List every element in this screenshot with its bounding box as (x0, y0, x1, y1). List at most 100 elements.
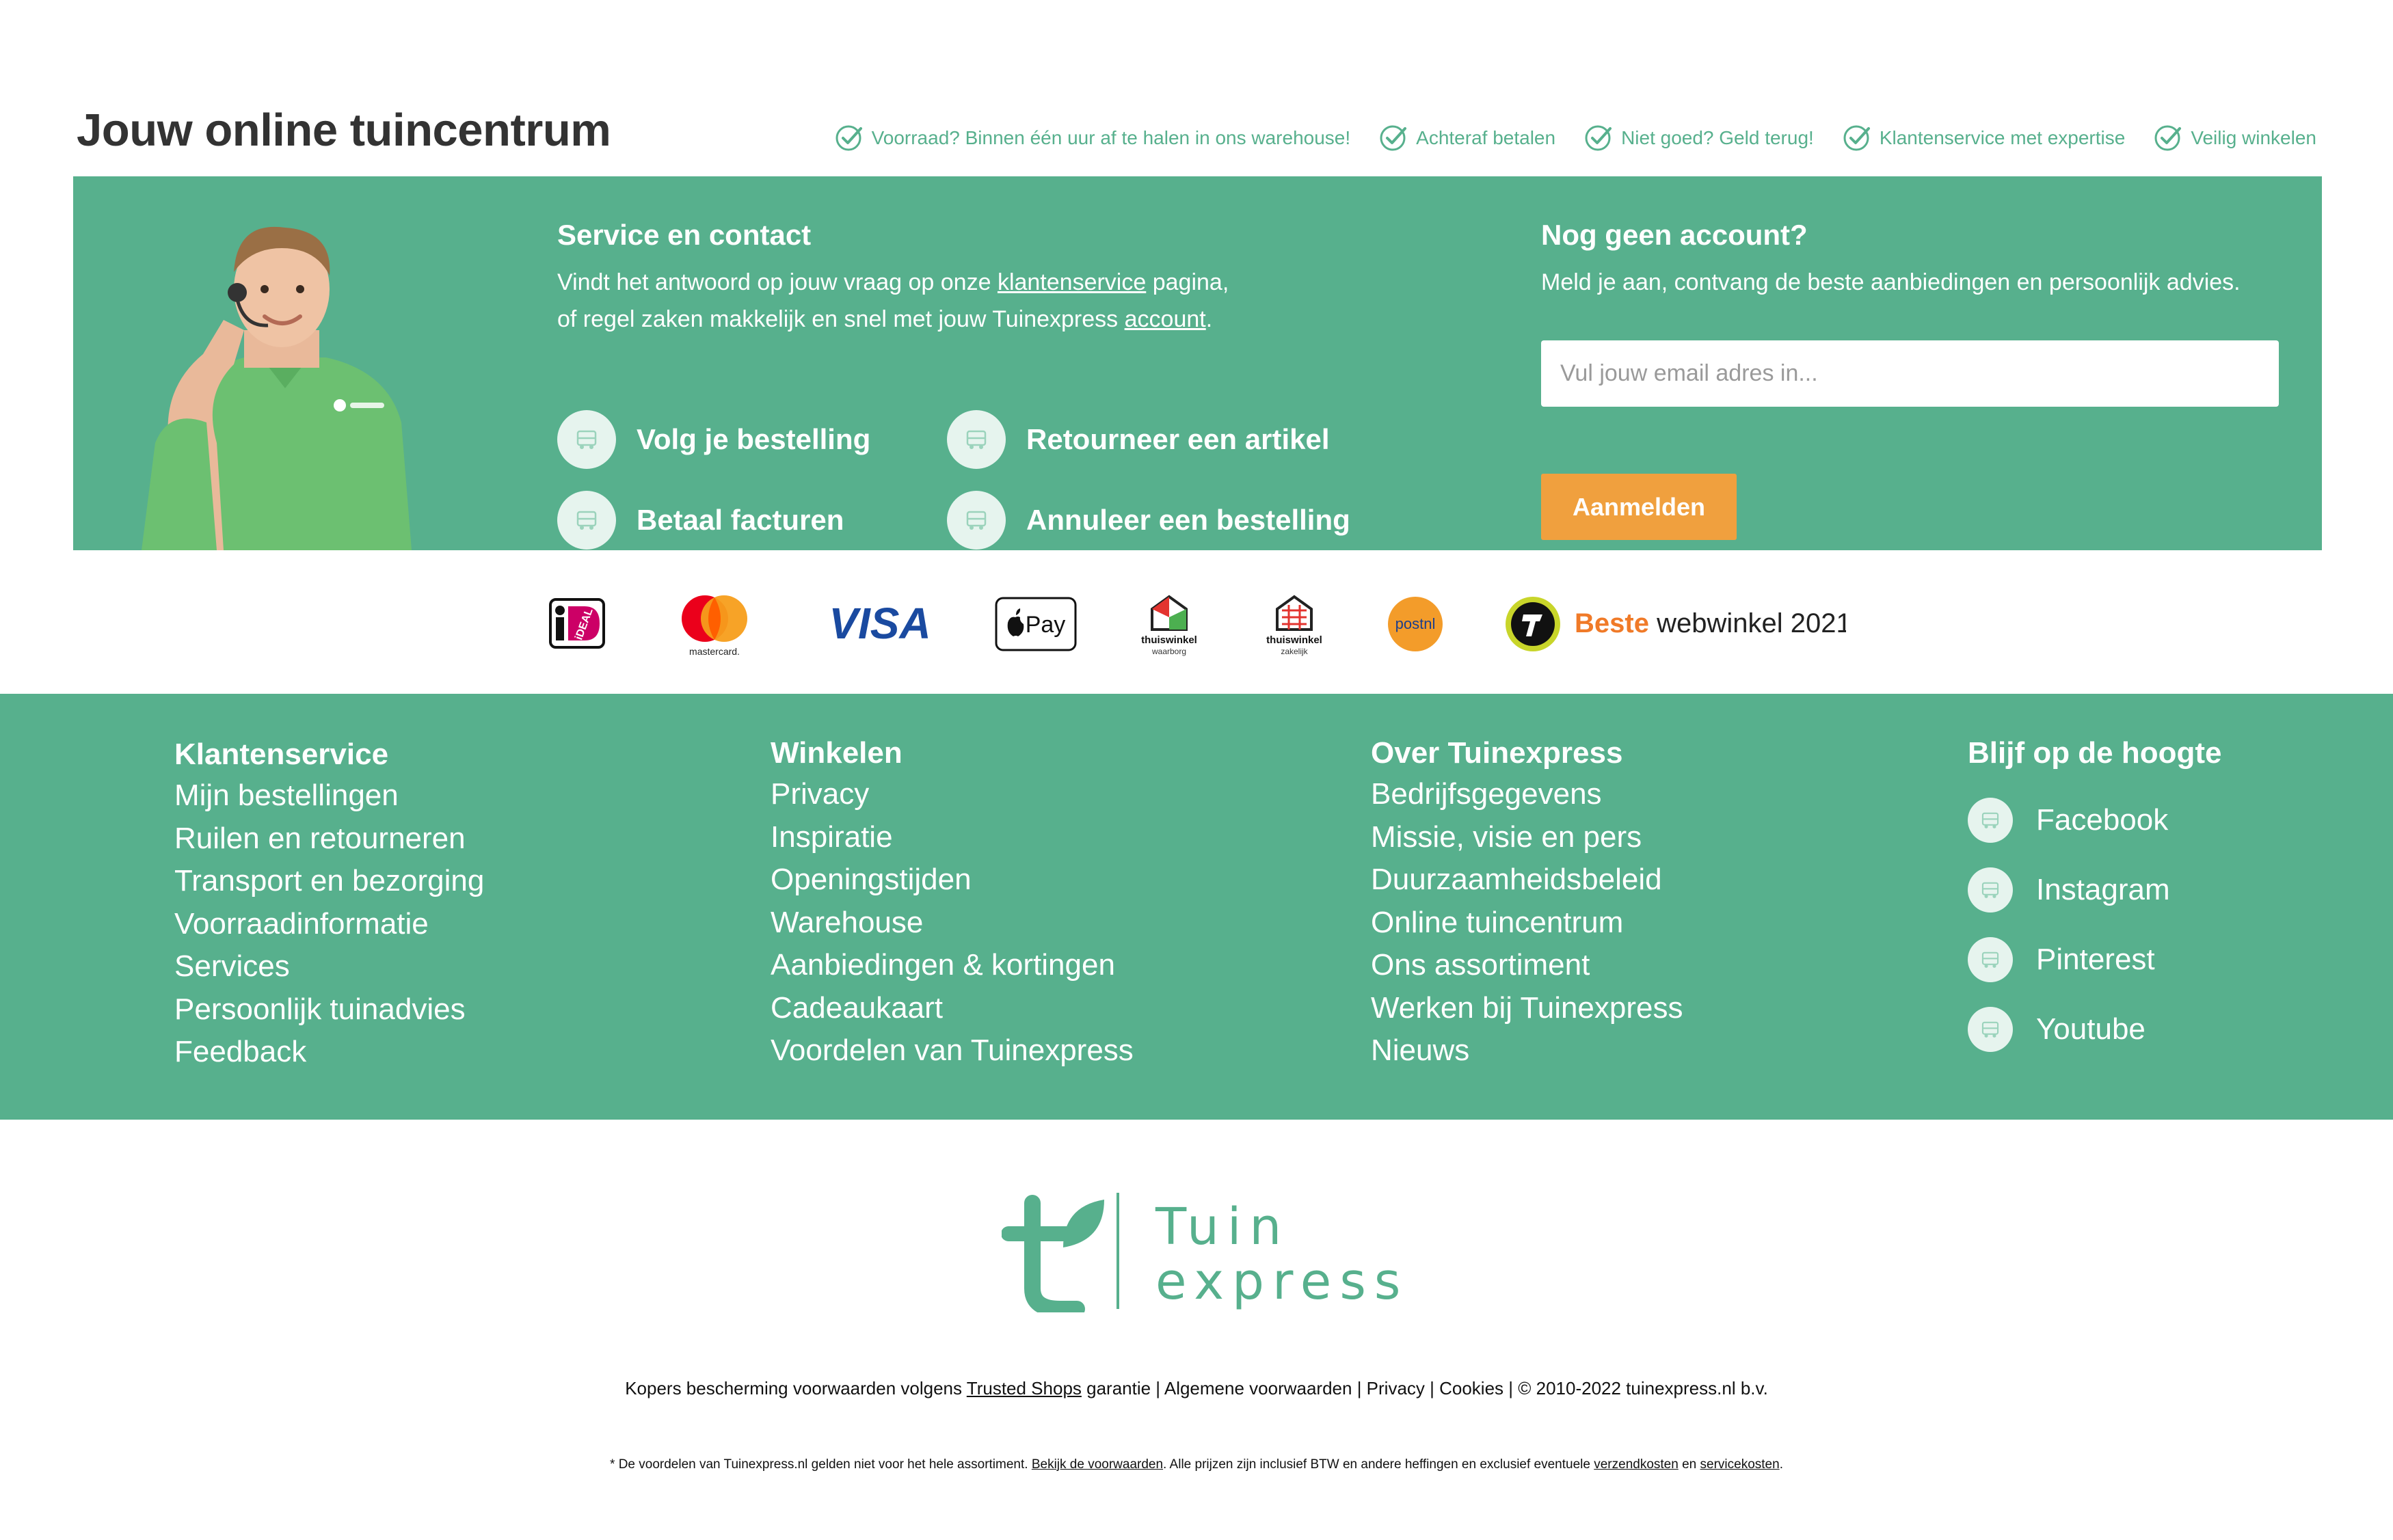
thuiswinkel-text: thuiswinkel (1266, 634, 1322, 646)
shipping-costs-link[interactable]: verzendkosten (1594, 1457, 1679, 1472)
logo-text-tuin: Tuin (1155, 1198, 1289, 1256)
payment-logos: iDEAL mastercard. VISA Pay thuiswinkel wa… (0, 586, 2393, 662)
footer-link[interactable]: Mijn bestellingen (174, 774, 484, 818)
usp-item: Veilig winkelen (2154, 123, 2316, 153)
footer-link[interactable]: Online tuincentrum (1371, 902, 1683, 945)
beste-webwinkel-badge: Beste webwinkel 2021 (1504, 586, 1846, 662)
usp-label: Veilig winkelen (2191, 127, 2316, 148)
usp-label: Klantenservice met expertise (1879, 127, 2126, 148)
footer-link[interactable]: Inspiratie (771, 816, 1134, 859)
footer-link[interactable]: Privacy (771, 773, 1134, 816)
service-text: Vindt het antwoord op jouw vraag op onze (557, 269, 998, 295)
footer-link[interactable]: Bedrijfsgegevens (1371, 773, 1683, 816)
pay-invoices-link[interactable]: Betaal facturen (557, 491, 947, 550)
usp-label: Voorraad? Binnen één uur af te halen in … (871, 127, 1351, 148)
check-circle-icon (2154, 125, 2182, 151)
service-description: Vindt het antwoord op jouw vraag op onze… (557, 264, 1309, 338)
service-text: . (1205, 306, 1213, 332)
check-circle-icon (835, 125, 862, 151)
usp-item: Achteraf betalen (1379, 123, 1555, 153)
service-contact-section: Service en contact Vindt het antwoord op… (557, 219, 1467, 550)
svg-text:Beste webwinkel 2021: Beste webwinkel 2021 (1575, 608, 1846, 638)
footer-link[interactable]: Feedback (174, 1031, 484, 1074)
signup-button[interactable]: Aanmelden (1541, 474, 1737, 540)
footer-nav: Klantenservice Mijn bestellingen Ruilen … (0, 694, 2393, 1120)
return-item-link[interactable]: Retourneer een artikel (947, 410, 1371, 469)
service-text: of regel zaken makkelijk en snel met jou… (557, 306, 1125, 332)
instagram-icon (1968, 867, 2013, 913)
email-input[interactable] (1541, 340, 2279, 407)
service-title: Service en contact (557, 219, 812, 251)
footer-link[interactable]: Ons assortiment (1371, 944, 1683, 987)
youtube-link[interactable]: Youtube (1968, 1007, 2222, 1052)
truck-icon (557, 491, 616, 550)
disclaimer-text: . Alle prijzen zijn inclusief BTW en and… (1163, 1457, 1594, 1472)
footer-link[interactable]: Voordelen van Tuinexpress (771, 1029, 1134, 1072)
usp-item: Voorraad? Binnen één uur af te halen in … (835, 123, 1351, 153)
social-label: Facebook (2036, 803, 2169, 837)
social-label: Instagram (2036, 873, 2170, 906)
customer-service-agent-image (142, 226, 412, 550)
disclaimer-text: * De voordelen van Tuinexpress.nl gelden… (610, 1457, 1032, 1472)
footer-link[interactable]: Aanbiedingen & kortingen (771, 944, 1134, 987)
footer-column-title: Blijf op de hoogte (1968, 736, 2222, 770)
customer-service-link[interactable]: klantenservice (998, 269, 1146, 295)
visa-text: VISA (829, 600, 931, 648)
truck-icon (947, 491, 1006, 550)
terms-link[interactable]: Bekijk de voorwaarden (1032, 1457, 1163, 1472)
footer-link[interactable]: Openingstijden (771, 859, 1134, 902)
footer-link[interactable]: Werken bij Tuinexpress (1371, 987, 1683, 1030)
footer-link[interactable]: Cadeaukaart (771, 987, 1134, 1030)
tuinexpress-logo[interactable]: Tuin express (1002, 1186, 1398, 1312)
disclaimer-text: en (1678, 1457, 1700, 1472)
link-label: Volg je bestelling (637, 423, 871, 455)
account-description: Meld je aan, contvang de beste aanbiedin… (1541, 269, 2241, 295)
footer-link[interactable]: Voorraadinformatie (174, 903, 484, 946)
instagram-link[interactable]: Instagram (1968, 867, 2222, 913)
check-circle-icon (1380, 125, 1407, 151)
footer-column-title: Winkelen (771, 736, 903, 770)
mastercard-text: mastercard. (689, 646, 740, 657)
thuiswinkel-text: thuiswinkel (1141, 634, 1197, 646)
facebook-link[interactable]: Facebook (1968, 798, 2222, 843)
cancel-order-link[interactable]: Annuleer een bestelling (947, 491, 1371, 550)
usp-item: Niet goed? Geld terug! (1584, 123, 1814, 153)
thuiswinkel-zakelijk-logo: thuiswinkel zakelijk (1253, 586, 1335, 662)
pinterest-link[interactable]: Pinterest (1968, 937, 2222, 982)
link-label: Annuleer een bestelling (1026, 504, 1350, 536)
account-title: Nog geen account? (1541, 219, 1808, 251)
thuiswinkel-waarborg-logo: thuiswinkel waarborg (1128, 586, 1210, 662)
usp-item: Klantenservice met expertise (1843, 123, 2126, 153)
apple-pay-logo: Pay (995, 586, 1077, 662)
page-title: Jouw online tuincentrum (77, 105, 611, 156)
top-bar: Jouw online tuincentrum Voorraad? Binnen… (0, 0, 2393, 176)
footer-column-title: Over Tuinexpress (1371, 736, 1623, 770)
trusted-shops-link[interactable]: Trusted Shops (967, 1378, 1082, 1399)
legal-text: garantie | Algemene voorwaarden | Privac… (1081, 1378, 1768, 1399)
footer-link[interactable]: Duurzaamheidsbeleid (1371, 859, 1683, 902)
footer-link[interactable]: Warehouse (771, 902, 1134, 945)
social-label: Pinterest (2036, 943, 2155, 976)
check-circle-icon (1585, 125, 1612, 151)
logo-text-express: express (1155, 1252, 1398, 1311)
footer-link[interactable]: Nieuws (1371, 1029, 1683, 1072)
visa-logo: VISA (824, 586, 937, 662)
truck-icon (947, 410, 1006, 469)
account-link[interactable]: account (1125, 306, 1206, 332)
footer-link[interactable]: Persoonlijk tuinadvies (174, 988, 484, 1031)
legal-text: Kopers bescherming voorwaarden volgens (625, 1378, 967, 1399)
link-label: Retourneer een artikel (1026, 423, 1330, 455)
service-text: pagina, (1146, 269, 1229, 295)
footer-link[interactable]: Ruilen en retourneren (174, 818, 484, 861)
footer-link[interactable]: Missie, visie en pers (1371, 816, 1683, 859)
service-costs-link[interactable]: servicekosten (1700, 1457, 1780, 1472)
check-circle-icon (1843, 125, 1870, 151)
youtube-icon (1968, 1007, 2013, 1052)
track-order-link[interactable]: Volg je bestelling (557, 410, 947, 469)
usp-bar: Voorraad? Binnen één uur af te halen in … (835, 123, 2316, 153)
footer-link[interactable]: Services (174, 945, 484, 988)
footer-link[interactable]: Transport en bezorging (174, 860, 484, 903)
disclaimer-text: . (1779, 1457, 1783, 1472)
pinterest-icon (1968, 937, 2013, 982)
disclaimer: * De voordelen van Tuinexpress.nl gelden… (0, 1457, 2393, 1472)
